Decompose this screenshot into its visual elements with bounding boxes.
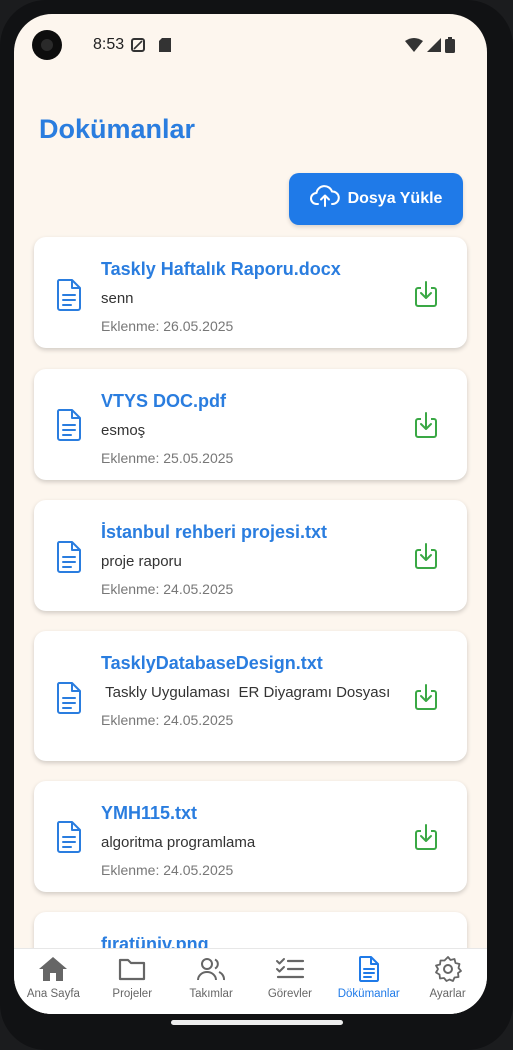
bottom-navigation: Ana Sayfa Projeler Takımlar Görevler Dök… — [14, 948, 487, 1014]
document-info: Taskly Haftalık Raporu.docx senn Eklenme… — [101, 259, 397, 334]
nav-item-documents[interactable]: Dökümanlar — [330, 949, 408, 1014]
download-icon[interactable] — [415, 684, 437, 715]
screen-record-icon — [131, 38, 145, 57]
folder-icon — [116, 955, 148, 983]
sd-card-icon — [159, 38, 171, 57]
nav-label: Projeler — [112, 988, 153, 1000]
file-document-icon — [56, 279, 82, 316]
document-date: Eklenme: 26.05.2025 — [101, 318, 234, 334]
nav-item-projects[interactable]: Projeler — [93, 949, 171, 1014]
nav-label: Görevler — [267, 988, 312, 1000]
checklist-icon — [274, 955, 306, 983]
nav-label: Ayarlar — [429, 988, 466, 1000]
document-description: algoritma programlama — [101, 834, 256, 851]
document-icon — [353, 955, 385, 983]
document-name: Taskly Haftalık Raporu.docx — [101, 259, 341, 279]
document-description: esmoş — [101, 422, 146, 439]
nav-label: Ana Sayfa — [26, 988, 80, 1000]
cloud-upload-icon — [309, 184, 340, 214]
document-name: TasklyDatabaseDesign.txt — [101, 653, 323, 673]
nav-item-home[interactable]: Ana Sayfa — [14, 949, 92, 1014]
document-info: VTYS DOC.pdf esmoş Eklenme: 25.05.2025 — [101, 391, 397, 466]
document-description: Taskly Uygulaması ER Diyagramı Dosyası — [101, 684, 391, 701]
download-icon[interactable] — [415, 824, 437, 855]
status-icons — [405, 37, 455, 58]
document-description: proje raporu — [101, 553, 182, 570]
document-name: YMH115.txt — [101, 803, 198, 823]
document-card[interactable]: YMH115.txt algoritma programlama Eklenme… — [34, 781, 467, 892]
camera-cutout — [32, 30, 62, 60]
status-time: 8:53 — [93, 36, 125, 53]
home-indicator[interactable] — [171, 1020, 343, 1025]
download-icon[interactable] — [415, 412, 437, 443]
nav-item-settings[interactable]: Ayarlar — [409, 949, 487, 1014]
upload-file-button[interactable]: Dosya Yükle — [289, 173, 463, 225]
file-document-icon — [56, 682, 82, 719]
document-card[interactable]: Taskly Haftalık Raporu.docx senn Eklenme… — [34, 237, 467, 348]
document-card[interactable]: İstanbul rehberi projesi.txt proje rapor… — [34, 500, 467, 611]
file-document-icon — [56, 821, 82, 858]
signal-icon — [427, 38, 441, 57]
screen: 8:53 Dokümanlar Dosya Yükle Taskly Hafta… — [14, 14, 487, 1014]
document-info: TasklyDatabaseDesign.txt Taskly Uygulama… — [101, 653, 397, 728]
document-date: Eklenme: 24.05.2025 — [101, 581, 234, 597]
document-date: Eklenme: 24.05.2025 — [101, 862, 234, 878]
upload-button-label: Dosya Yükle — [347, 190, 443, 207]
nav-item-tasks[interactable]: Görevler — [251, 949, 329, 1014]
file-document-icon — [56, 409, 82, 446]
document-info: İstanbul rehberi projesi.txt proje rapor… — [101, 522, 397, 597]
document-card[interactable]: VTYS DOC.pdf esmoş Eklenme: 25.05.2025 — [34, 369, 467, 480]
battery-icon — [445, 37, 455, 58]
nav-label: Dökümanlar — [337, 988, 400, 1000]
document-date: Eklenme: 25.05.2025 — [101, 450, 234, 466]
nav-label: Takımlar — [189, 988, 233, 1000]
home-icon — [37, 955, 69, 983]
status-bar: 8:53 — [14, 14, 487, 74]
page-title: Dokümanlar — [39, 114, 196, 144]
users-icon — [195, 955, 227, 983]
download-icon[interactable] — [415, 281, 437, 312]
document-info: YMH115.txt algoritma programlama Eklenme… — [101, 803, 397, 878]
document-name: İstanbul rehberi projesi.txt — [101, 522, 328, 542]
document-name: VTYS DOC.pdf — [101, 391, 226, 411]
document-description: senn — [101, 290, 134, 307]
phone-frame: 8:53 Dokümanlar Dosya Yükle Taskly Hafta… — [0, 0, 513, 1050]
document-card[interactable]: TasklyDatabaseDesign.txt Taskly Uygulama… — [34, 631, 467, 761]
file-document-icon — [56, 541, 82, 578]
gear-icon — [432, 955, 464, 983]
document-date: Eklenme: 24.05.2025 — [101, 712, 234, 728]
wifi-icon — [405, 38, 423, 57]
nav-item-teams[interactable]: Takımlar — [172, 949, 250, 1014]
download-icon[interactable] — [415, 543, 437, 574]
